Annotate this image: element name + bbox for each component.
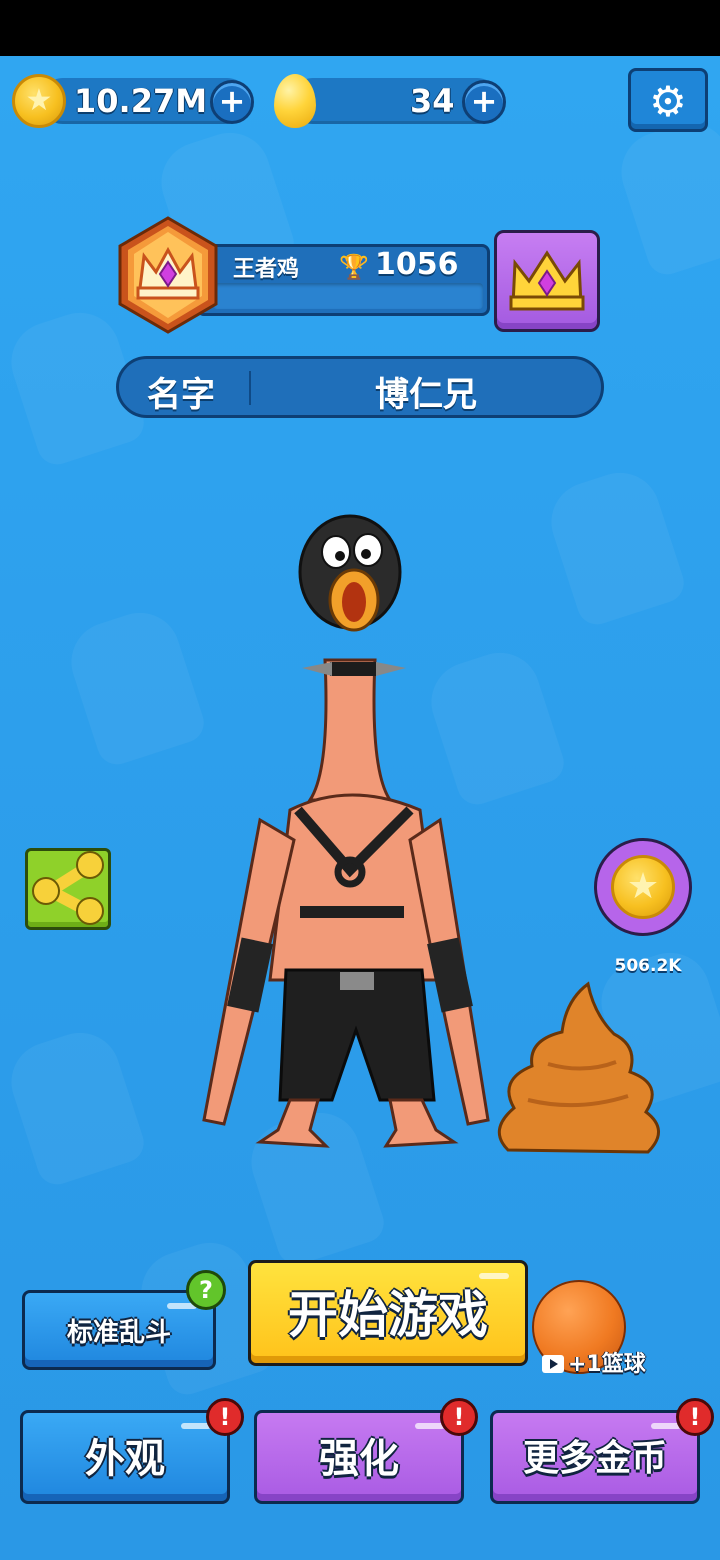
coin-balance: 10.27M xyxy=(74,82,208,120)
trophy-count: 1056 xyxy=(375,247,459,282)
more-coins-alert-badge: ! xyxy=(676,1398,714,1436)
crown-icon xyxy=(509,250,585,311)
name-label: 名字 xyxy=(147,375,215,415)
chicken-character xyxy=(202,514,490,1148)
egg-icon xyxy=(274,74,316,128)
basketball-reward[interactable]: +1篮球 xyxy=(542,1346,646,1378)
coin-reward-amount: 506.2K xyxy=(614,956,682,976)
start-game-button[interactable]: 开始游戏 xyxy=(248,1260,528,1366)
help-badge[interactable]: ? xyxy=(186,1270,226,1310)
poop-item xyxy=(497,981,660,1154)
more-coins-button[interactable]: 更多金币 xyxy=(490,1410,700,1504)
upgrade-label: 强化 xyxy=(319,1436,399,1482)
upgrade-button[interactable]: 强化 xyxy=(254,1410,464,1504)
share-icon xyxy=(32,851,104,925)
player-name: 博仁兄 xyxy=(375,375,477,415)
appearance-button[interactable]: 外观 xyxy=(20,1410,230,1504)
plus-icon: + xyxy=(470,82,498,120)
star-coin-icon: ★ xyxy=(12,74,66,128)
coin-reward-button[interactable]: ★ xyxy=(594,838,692,936)
share-button[interactable] xyxy=(25,848,111,930)
rank-progress-bar xyxy=(213,283,483,309)
star-coin-icon: ★ xyxy=(611,855,675,919)
gear-icon: ⚙ xyxy=(649,77,687,126)
status-bar xyxy=(0,0,720,56)
add-coins-button[interactable]: + xyxy=(210,80,254,124)
rank-title: 王者鸡 xyxy=(233,257,300,282)
egg-balance: 34 xyxy=(410,82,455,120)
trophy-icon: 🏆 xyxy=(339,253,369,281)
appearance-label: 外观 xyxy=(85,1436,165,1482)
rank-panel[interactable]: 王者鸡 🏆 1056 xyxy=(196,244,490,316)
plus-icon: + xyxy=(218,82,246,120)
start-game-label: 开始游戏 xyxy=(288,1286,488,1344)
more-coins-label: 更多金币 xyxy=(522,1438,667,1479)
appearance-alert-badge: ! xyxy=(206,1398,244,1436)
basketball-label: +1篮球 xyxy=(568,1352,646,1377)
crown-button[interactable] xyxy=(494,230,600,332)
game-mode-button[interactable]: 标准乱斗 xyxy=(22,1290,216,1370)
settings-button[interactable]: ⚙ xyxy=(628,68,708,132)
video-icon xyxy=(542,1355,564,1373)
game-mode-label: 标准乱斗 xyxy=(66,1318,171,1348)
rank-badge-icon xyxy=(118,216,218,334)
player-name-bar[interactable]: 名字 博仁兄 xyxy=(116,356,604,418)
upgrade-alert-badge: ! xyxy=(440,1398,478,1436)
add-eggs-button[interactable]: + xyxy=(462,80,506,124)
